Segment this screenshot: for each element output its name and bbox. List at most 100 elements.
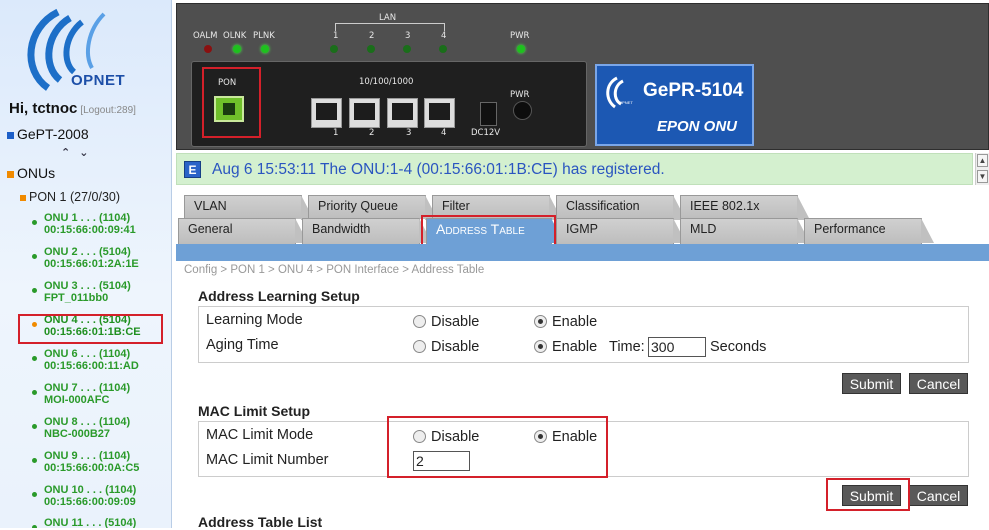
- greeting: Hi, tctnoc [Logout:289]: [9, 100, 136, 117]
- olt-square-icon: [7, 131, 14, 139]
- lan-led-2-icon: [367, 45, 375, 53]
- plnk-label: PLNK: [253, 31, 275, 41]
- lan-number-4: 4: [441, 31, 447, 41]
- model-badge: OPNET GePR-5104 EPON ONU: [595, 64, 754, 146]
- onu-item-6[interactable]: ONU 6 . . . (1104) 00:15:66:00:11:AD: [32, 348, 139, 372]
- onu-item-10[interactable]: ONU 10 . . . (1104) 00:15:66:00:09:09: [32, 484, 136, 508]
- notification-text: Aug 6 15:53:11 The ONU:1-4 (00:15:66:01:…: [212, 161, 665, 178]
- lan-led-1-icon: [330, 45, 338, 53]
- lan-led-4-icon: [439, 45, 447, 53]
- tab-igmp[interactable]: IGMP: [556, 218, 686, 244]
- lan-label: LAN: [379, 13, 397, 23]
- notification-scrollbar[interactable]: ▲ ▼: [975, 153, 989, 185]
- port-speed-label: 10/100/1000: [359, 77, 414, 87]
- notification-bar: E Aug 6 15:53:11 The ONU:1-4 (00:15:66:0…: [176, 153, 973, 185]
- status-dot-icon: [32, 288, 37, 293]
- port-number-3: 3: [406, 128, 412, 138]
- status-dot-icon: [32, 458, 37, 463]
- learning-mode-disable-radio[interactable]: Disable: [413, 314, 479, 330]
- onu-item-8[interactable]: ONU 8 . . . (1104) NBC-000B27: [32, 416, 130, 440]
- tab-performance[interactable]: Performance: [804, 218, 934, 244]
- onu-item-9[interactable]: ONU 9 . . . (1104) 00:15:66:00:0A:C5: [32, 450, 140, 474]
- lan-led-3-icon: [403, 45, 411, 53]
- pon-item[interactable]: PON 1 (27/0/30): [20, 190, 120, 204]
- onu-item-2[interactable]: ONU 2 . . . (5104) 00:15:66:01:2A:1E: [32, 246, 139, 270]
- event-icon: E: [184, 161, 201, 178]
- pon-label: PON 1 (27/0/30): [29, 190, 121, 204]
- scroll-up-icon[interactable]: ▲: [977, 154, 988, 167]
- status-dot-icon: [32, 424, 37, 429]
- onu-line2: 00:15:66:00:11:AD: [44, 360, 139, 372]
- aging-time-disable-radio[interactable]: Disable: [413, 339, 479, 355]
- pwr-led-icon: [517, 45, 525, 53]
- onu-line2: FPT_011bb0: [44, 292, 109, 304]
- radio-label: Disable: [431, 339, 480, 355]
- plnk-led-icon: [261, 45, 269, 53]
- ethernet-port-1-icon: [311, 98, 342, 128]
- aging-time-enable-radio[interactable]: Enable: [534, 339, 597, 355]
- status-dot-icon: [32, 492, 37, 497]
- radio-checked-icon: [534, 340, 547, 353]
- tab-ieee-8021x[interactable]: IEEE 802.1x: [680, 195, 810, 220]
- logout-link[interactable]: [Logout:289]: [80, 105, 136, 116]
- seconds-label: Seconds: [710, 339, 767, 355]
- radio-icon: [413, 340, 426, 353]
- onu-line2: MOI-000AFC: [44, 394, 110, 406]
- lan-number-1: 1: [333, 31, 339, 41]
- learning-cancel-button[interactable]: Cancel: [909, 373, 968, 394]
- lan-bracket: [335, 23, 445, 31]
- ethernet-port-2-icon: [349, 98, 380, 128]
- status-dot-icon: [32, 356, 37, 361]
- mac-limit-title: MAC Limit Setup: [198, 403, 310, 419]
- onu-item-1[interactable]: ONU 1 . . . (1104) 00:15:66:00:09:41: [32, 212, 136, 236]
- oalm-led-icon: [204, 45, 212, 53]
- pon-square-icon: [20, 194, 26, 201]
- submit-highlight: [826, 478, 910, 511]
- olt-name: GePT-2008: [17, 126, 89, 142]
- model-subtitle: EPON ONU: [657, 118, 738, 135]
- learning-mode-enable-radio[interactable]: Enable: [534, 314, 597, 330]
- onu-line1: ONU 3 . . . (5104): [44, 280, 131, 292]
- radio-checked-icon: [534, 315, 547, 328]
- tab-bandwidth[interactable]: Bandwidth: [302, 218, 432, 244]
- tab-mld[interactable]: MLD: [680, 218, 810, 244]
- onu-item-11[interactable]: ONU 11 . . . (5104): [32, 517, 137, 528]
- tab-classification[interactable]: Classification: [556, 195, 686, 220]
- onus-title[interactable]: ONUs: [7, 165, 55, 181]
- mac-limit-cancel-button[interactable]: Cancel: [909, 485, 968, 506]
- radio-icon: [413, 315, 426, 328]
- olt-item[interactable]: GePT-2008: [7, 126, 89, 142]
- pon-port-highlight: [202, 67, 261, 138]
- dc-label: DC12V: [471, 128, 501, 138]
- onu-item-3[interactable]: ONU 3 . . . (5104) FPT_011bb0: [32, 280, 131, 304]
- opnet-logo: OPNET: [18, 8, 148, 96]
- greeting-text: Hi, tctnoc: [9, 100, 78, 117]
- onus-square-icon: [7, 170, 14, 178]
- device-panel: OALM OLNK PLNK LAN 1 2 3 4 PWR PON 10/10…: [176, 3, 989, 150]
- mac-limit-highlight: [387, 416, 608, 478]
- collapse-chevron-icon[interactable]: ⌃ ⌄: [61, 146, 92, 159]
- power-button-icon: [513, 101, 532, 120]
- learning-submit-button[interactable]: Submit: [842, 373, 901, 394]
- onu-line2: 00:15:66:01:2A:1E: [44, 258, 139, 270]
- onu-item-7[interactable]: ONU 7 . . . (1104) MOI-000AFC: [32, 382, 130, 406]
- onu-line2: 00:15:66:00:09:41: [44, 224, 136, 236]
- port-number-4: 4: [441, 128, 447, 138]
- scroll-down-icon[interactable]: ▼: [977, 170, 988, 183]
- mac-limit-number-label: MAC Limit Number: [206, 452, 329, 468]
- tab-general[interactable]: General: [178, 218, 308, 244]
- onu-line2: 00:15:66:00:0A:C5: [44, 462, 140, 474]
- ethernet-port-3-icon: [387, 98, 418, 128]
- tab-vlan[interactable]: VLAN: [184, 195, 314, 220]
- tab-priority-queue[interactable]: Priority Queue: [308, 195, 438, 220]
- lan-number-3: 3: [405, 31, 411, 41]
- onu-line1: ONU 9 . . . (1104): [44, 450, 131, 462]
- onu-line2: 00:15:66:00:09:09: [44, 496, 136, 508]
- aging-time-input[interactable]: [648, 337, 706, 357]
- onu-line1: ONU 2 . . . (5104): [44, 246, 131, 258]
- onu-line2: NBC-000B27: [44, 428, 111, 440]
- onu-line1: ONU 11 . . . (5104): [44, 517, 137, 528]
- aging-time-label: Aging Time: [206, 337, 279, 353]
- dc-jack-icon: [480, 102, 497, 126]
- time-label: Time:: [609, 339, 645, 355]
